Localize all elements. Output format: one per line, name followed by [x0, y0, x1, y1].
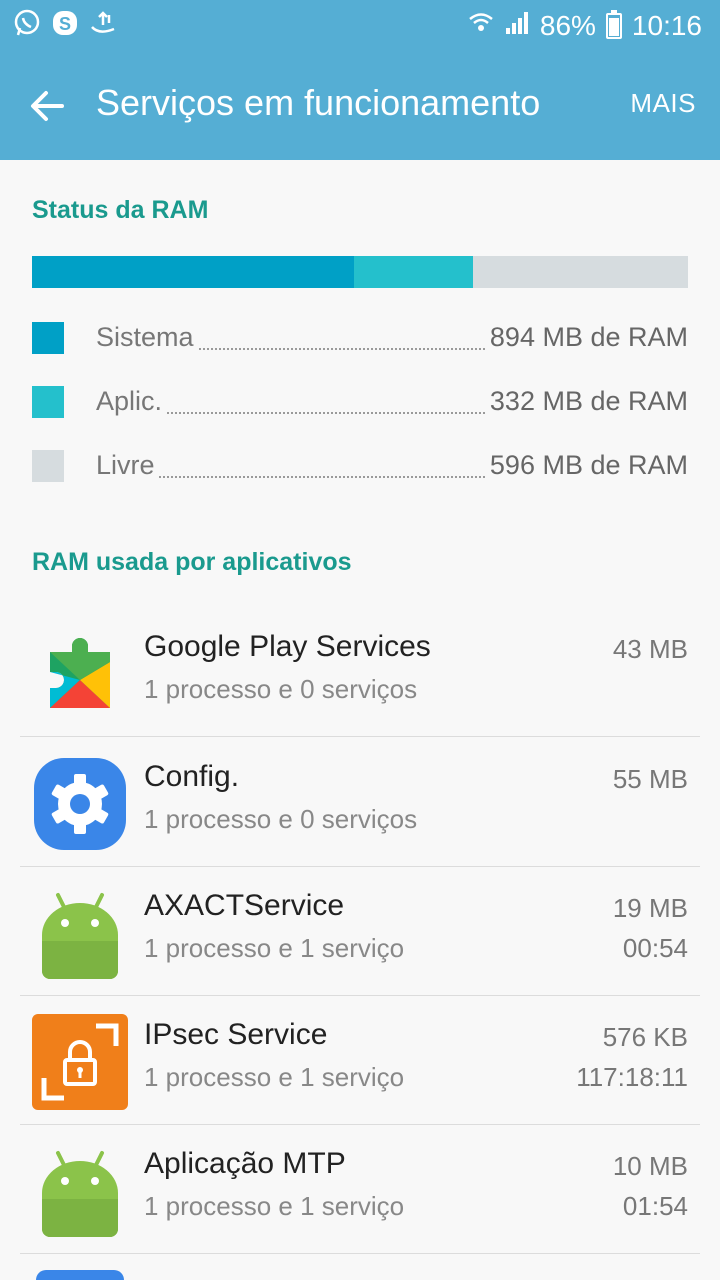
- page-title: Serviços em funcionamento: [96, 82, 541, 123]
- list-item[interactable]: IPsec Service 1 processo e 1 serviço 576…: [20, 996, 700, 1125]
- app-uptime: 117:18:11: [576, 1062, 688, 1092]
- app-memory: 19 MB: [612, 893, 688, 923]
- google-play-services-icon: [32, 626, 128, 722]
- app-details: 1 processo e 1 serviço: [144, 933, 405, 963]
- app-memory: 576 KB: [602, 1022, 688, 1052]
- action-bar: Serviços em funcionamento MAIS: [0, 52, 720, 160]
- app-name: Aplicação MTP: [144, 1147, 346, 1180]
- android-icon: [32, 885, 128, 981]
- app-details: 1 processo e 0 serviços: [144, 674, 418, 704]
- legend-value: 894 MB de RAM: [485, 322, 688, 353]
- app-memory: 10 MB: [612, 1151, 688, 1181]
- apps-ram-heading: RAM usada por aplicativos: [32, 548, 352, 576]
- app-uptime: 01:54: [622, 1191, 688, 1221]
- back-arrow-icon[interactable]: [26, 84, 70, 128]
- app-name: Config.: [144, 760, 240, 793]
- app-details: 1 processo e 1 serviço: [144, 1062, 405, 1092]
- app-details: 1 processo e 1 serviço: [144, 1191, 405, 1221]
- app-uptime: 00:54: [622, 933, 688, 963]
- next-app-icon-partial: [36, 1270, 124, 1280]
- list-item[interactable]: Config. 1 processo e 0 serviços 55 MB: [20, 738, 700, 867]
- legend-swatch-free: [32, 450, 64, 482]
- legend-label: Aplic.: [96, 386, 167, 417]
- clock: 10:16: [631, 10, 702, 41]
- ram-status-heading: Status da RAM: [32, 196, 209, 224]
- settings-gear-icon: [32, 756, 128, 852]
- legend-value: 596 MB de RAM: [485, 450, 688, 481]
- legend-label: Livre: [96, 450, 159, 481]
- wifi-icon: [468, 10, 494, 43]
- notification-icons: S: [12, 8, 118, 38]
- svg-text:S: S: [59, 14, 71, 34]
- legend-swatch-system: [32, 322, 64, 354]
- list-item[interactable]: AXACTService 1 processo e 1 serviço 19 M…: [20, 867, 700, 996]
- legend-row-free: Livre 596 MB de RAM: [32, 446, 688, 486]
- app-name: AXACTService: [144, 889, 345, 922]
- usb-transfer-icon: [88, 8, 118, 38]
- battery-percent: 86%: [539, 10, 596, 41]
- legend-row-system: Sistema 894 MB de RAM: [32, 318, 688, 358]
- more-button[interactable]: MAIS: [630, 88, 696, 119]
- app-memory: 55 MB: [612, 764, 688, 794]
- list-item[interactable]: Google Play Services 1 processo e 0 serv…: [20, 608, 700, 737]
- legend-value: 332 MB de RAM: [485, 386, 688, 417]
- ram-bar-system: [32, 256, 354, 288]
- legend-label: Sistema: [96, 322, 198, 353]
- android-icon: [32, 1143, 128, 1239]
- battery-icon: [605, 10, 622, 39]
- app-memory: 43 MB: [612, 634, 688, 664]
- whatsapp-icon: [12, 8, 42, 38]
- ipsec-lock-icon: [32, 1014, 128, 1110]
- status-bar: S 86% 10:16: [0, 0, 720, 52]
- list-item[interactable]: Aplicação MTP 1 processo e 1 serviço 10 …: [20, 1125, 700, 1254]
- ram-bar-apps: [353, 256, 474, 288]
- ram-usage-bar: [32, 256, 688, 288]
- app-name: IPsec Service: [144, 1018, 328, 1051]
- ram-bar-free: [473, 256, 688, 288]
- signal-icon: [504, 10, 530, 43]
- app-details: 1 processo e 0 serviços: [144, 804, 418, 834]
- app-name: Google Play Services: [144, 630, 431, 663]
- skype-icon: S: [50, 8, 80, 38]
- legend-swatch-apps: [32, 386, 64, 418]
- legend-row-apps: Aplic. 332 MB de RAM: [32, 382, 688, 422]
